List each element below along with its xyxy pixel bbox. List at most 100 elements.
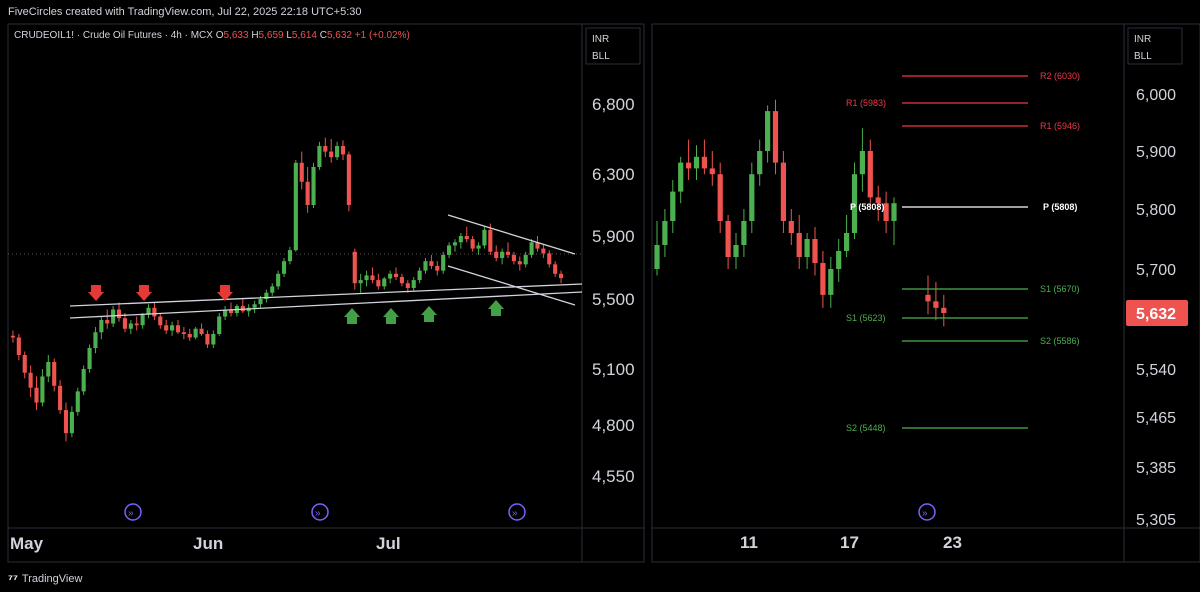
left-candle-body [547, 253, 552, 265]
left-candle-body [52, 362, 57, 386]
pivot-level-label: P (5808) [1043, 202, 1077, 212]
left-candle-body [411, 280, 416, 288]
left-candle-body [75, 391, 80, 412]
right-candle-body [891, 203, 897, 221]
left-candle-body [417, 270, 422, 281]
right-candle-body [804, 239, 810, 257]
right-candle-body [733, 245, 739, 257]
left-candle-body [523, 254, 528, 265]
left-candle-body [252, 304, 257, 308]
right-candle-body [933, 301, 939, 308]
left-unit-label: BLL [592, 51, 610, 62]
left-candle-body [517, 261, 522, 265]
right-candle-body [772, 111, 779, 163]
right-candle-body [678, 162, 684, 192]
right-candle-body [717, 174, 723, 221]
left-candle-body [22, 355, 27, 373]
left-y-tick-label: 6,300 [592, 165, 635, 184]
left-candle-body [464, 236, 469, 240]
right-candle-body [725, 221, 731, 257]
chart-canvas[interactable]: 6,800 6,300 5,900 5,500 5,100 4,800 4,550 INR BL… [0, 0, 1200, 592]
left-candle-body [87, 348, 92, 369]
right-currency-label: INR [1134, 34, 1151, 45]
right-candle-body [820, 263, 826, 295]
event-marker-glyph: » [922, 508, 928, 519]
right-candle-body [844, 233, 850, 251]
left-x-tick-label: Jul [376, 534, 401, 553]
right-candle-body [788, 221, 794, 233]
left-candle-body [358, 280, 363, 284]
right-candle-body [859, 151, 865, 175]
left-candle-body [482, 229, 487, 246]
pivot-level-label: S1 (5623) [846, 313, 886, 323]
right-candle-body [741, 221, 747, 245]
right-candle-body [709, 168, 715, 175]
left-candle-body [40, 376, 45, 403]
left-candle-body [376, 280, 381, 287]
right-candle-body [757, 151, 763, 175]
left-candle-body [382, 278, 387, 287]
last-price-label: 5,632 [1136, 306, 1176, 323]
left-candle-body [175, 325, 181, 333]
left-candle-body [211, 334, 216, 345]
left-candle-body [399, 276, 404, 284]
right-x-tick-label: 23 [943, 533, 962, 552]
right-y-tick-label: 5,700 [1136, 262, 1176, 279]
left-candle-body [116, 309, 122, 319]
left-candle-body [370, 275, 375, 281]
left-candle-body [335, 146, 340, 158]
green-up-arrow-icon [344, 308, 360, 324]
right-candle-body [812, 239, 818, 263]
left-candle-body [352, 251, 357, 284]
left-candle-body [340, 146, 346, 155]
left-candle-body [164, 325, 169, 331]
left-candle-body [329, 151, 334, 158]
right-candle-body [686, 162, 692, 169]
left-y-tick-label: 4,800 [592, 416, 635, 435]
left-candle-body [293, 162, 298, 251]
pivot-level-label: P (5808) [850, 202, 884, 212]
left-candle-body [28, 372, 33, 388]
pivot-level-label: S1 (5670) [1040, 284, 1080, 294]
right-y-tick-label: 5,465 [1136, 410, 1176, 427]
left-candle-body [441, 254, 446, 271]
left-candle-body [346, 154, 351, 205]
left-candle-body [494, 251, 499, 259]
left-candle-body [170, 325, 175, 331]
left-candle-body [281, 261, 287, 274]
left-candle-body [46, 362, 51, 377]
pivot-level-label: S2 (5448) [846, 423, 886, 433]
left-candle-body [305, 181, 310, 205]
pivot-level-label: R1 (5983) [846, 98, 886, 108]
left-candle-body [99, 320, 104, 333]
left-candle-body [393, 273, 399, 277]
left-candle-body [205, 334, 210, 345]
left-panel-border [7, 23, 645, 563]
left-candle-body [158, 316, 163, 326]
left-candle-body [311, 167, 316, 205]
right-candle-body [780, 162, 786, 221]
right-y-tick-label: 5,385 [1136, 460, 1176, 477]
right-candle-body [749, 174, 755, 221]
left-candle-body [470, 239, 475, 249]
right-y-tick-label: 5,800 [1136, 202, 1176, 219]
left-candle-body [388, 273, 393, 279]
left-candle-body [34, 387, 39, 403]
right-x-tick-label: 11 [740, 533, 758, 552]
right-candle-body [701, 156, 707, 169]
event-marker-glyph: » [512, 508, 518, 519]
left-candle-body [458, 236, 463, 243]
pivot-level-label: R2 (6030) [1040, 71, 1080, 81]
right-candle-body [654, 245, 660, 269]
right-panel-border [651, 23, 1200, 563]
left-y-tick-label: 5,900 [592, 227, 635, 246]
left-candle-body [16, 337, 21, 355]
green-up-arrow-icon [421, 306, 437, 322]
right-unit-label: BLL [1134, 51, 1152, 62]
left-candle-body [69, 411, 74, 434]
right-y-tick-label: 5,900 [1136, 144, 1176, 161]
left-candle-body [287, 250, 293, 262]
left-y-tick-label: 4,550 [592, 467, 635, 486]
left-candle-body [505, 251, 511, 255]
left-candle-body [435, 265, 440, 271]
